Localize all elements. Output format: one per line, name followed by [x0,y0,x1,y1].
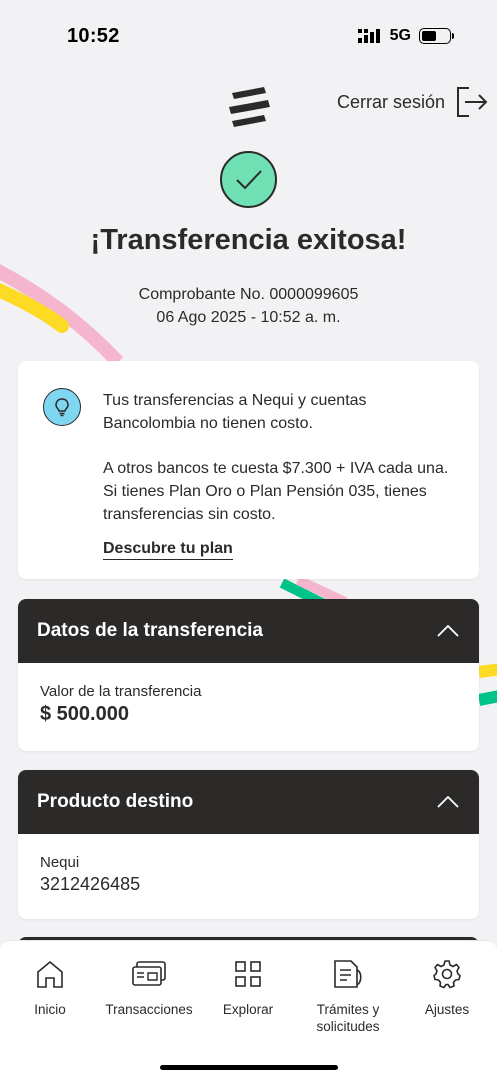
status-bar: 10:52 5G [0,0,497,72]
bank-logo [229,87,270,127]
cards-icon [132,961,166,986]
status-time: 10:52 [67,24,120,47]
transfer-data-section: Datos de la transferencia Valor de la tr… [18,599,479,751]
home-icon [37,960,63,988]
destination-section: Producto destino Nequi 3212426485 [18,770,479,919]
destination-header[interactable]: Producto destino [18,770,479,834]
nav-item-transacciones[interactable]: Transacciones [99,957,199,1018]
tip-card: Tus transferencias a Nequi y cuentas Ban… [18,361,479,579]
chevron-up-icon [437,625,459,637]
amount-value: $ 500.000 [40,703,129,725]
lightbulb-icon [43,388,81,426]
nav-label: Ajustes [424,1002,470,1017]
nav-label: Inicio [34,1002,66,1017]
amount-label: Valor de la transferencia [40,683,202,700]
voucher-number: Comprobante No. 0000099605 [138,286,359,303]
discover-plan-link[interactable]: Descubre tu plan [103,540,233,560]
nav-label: Trámites y solicitudes [316,1002,380,1034]
destination-number: 3212426485 [40,874,141,894]
nav-label: Transacciones [105,1002,193,1017]
battery-icon [419,28,454,44]
nav-item-inicio[interactable]: Inicio [0,957,100,1018]
nav-item-tramites[interactable]: Trámites y solicitudes [298,957,398,1035]
grid-icon [235,961,261,987]
nav-label: Explorar [222,1002,274,1017]
logout-button[interactable]: Cerrar sesión [337,86,489,118]
logout-label: Cerrar sesión [336,91,445,112]
gear-icon [433,960,461,989]
bottom-navigation: Inicio Transacciones Explorar Trámites y… [0,940,497,1080]
network-type: 5G [389,27,411,44]
nav-item-ajustes[interactable]: Ajustes [397,957,497,1018]
chevron-up-icon [437,796,459,808]
logout-icon [457,87,488,117]
transfer-data-header[interactable]: Datos de la transferencia [18,599,479,663]
transfer-data-title: Datos de la transferencia [37,620,263,641]
header: Cerrar sesión [0,80,497,130]
nav-item-explorar[interactable]: Explorar [198,957,298,1018]
tip-text-free: Tus transferencias a Nequi y cuentas Ban… [103,392,367,432]
destination-product: Nequi [40,854,80,871]
documents-icon [334,960,362,988]
signal-icon [357,29,380,43]
tip-text-cost: A otros bancos te cuesta $7.300 + IVA ca… [103,460,449,523]
destination-title: Producto destino [37,791,194,812]
transfer-datetime: 06 Ago 2025 - 10:52 a. m. [156,309,341,326]
page-title: ¡Transferencia exitosa! [90,224,407,256]
success-icon [220,151,277,208]
home-indicator[interactable] [160,1065,338,1070]
voucher-info: Comprobante No. 0000099605 06 Ago 2025 -… [0,283,497,329]
